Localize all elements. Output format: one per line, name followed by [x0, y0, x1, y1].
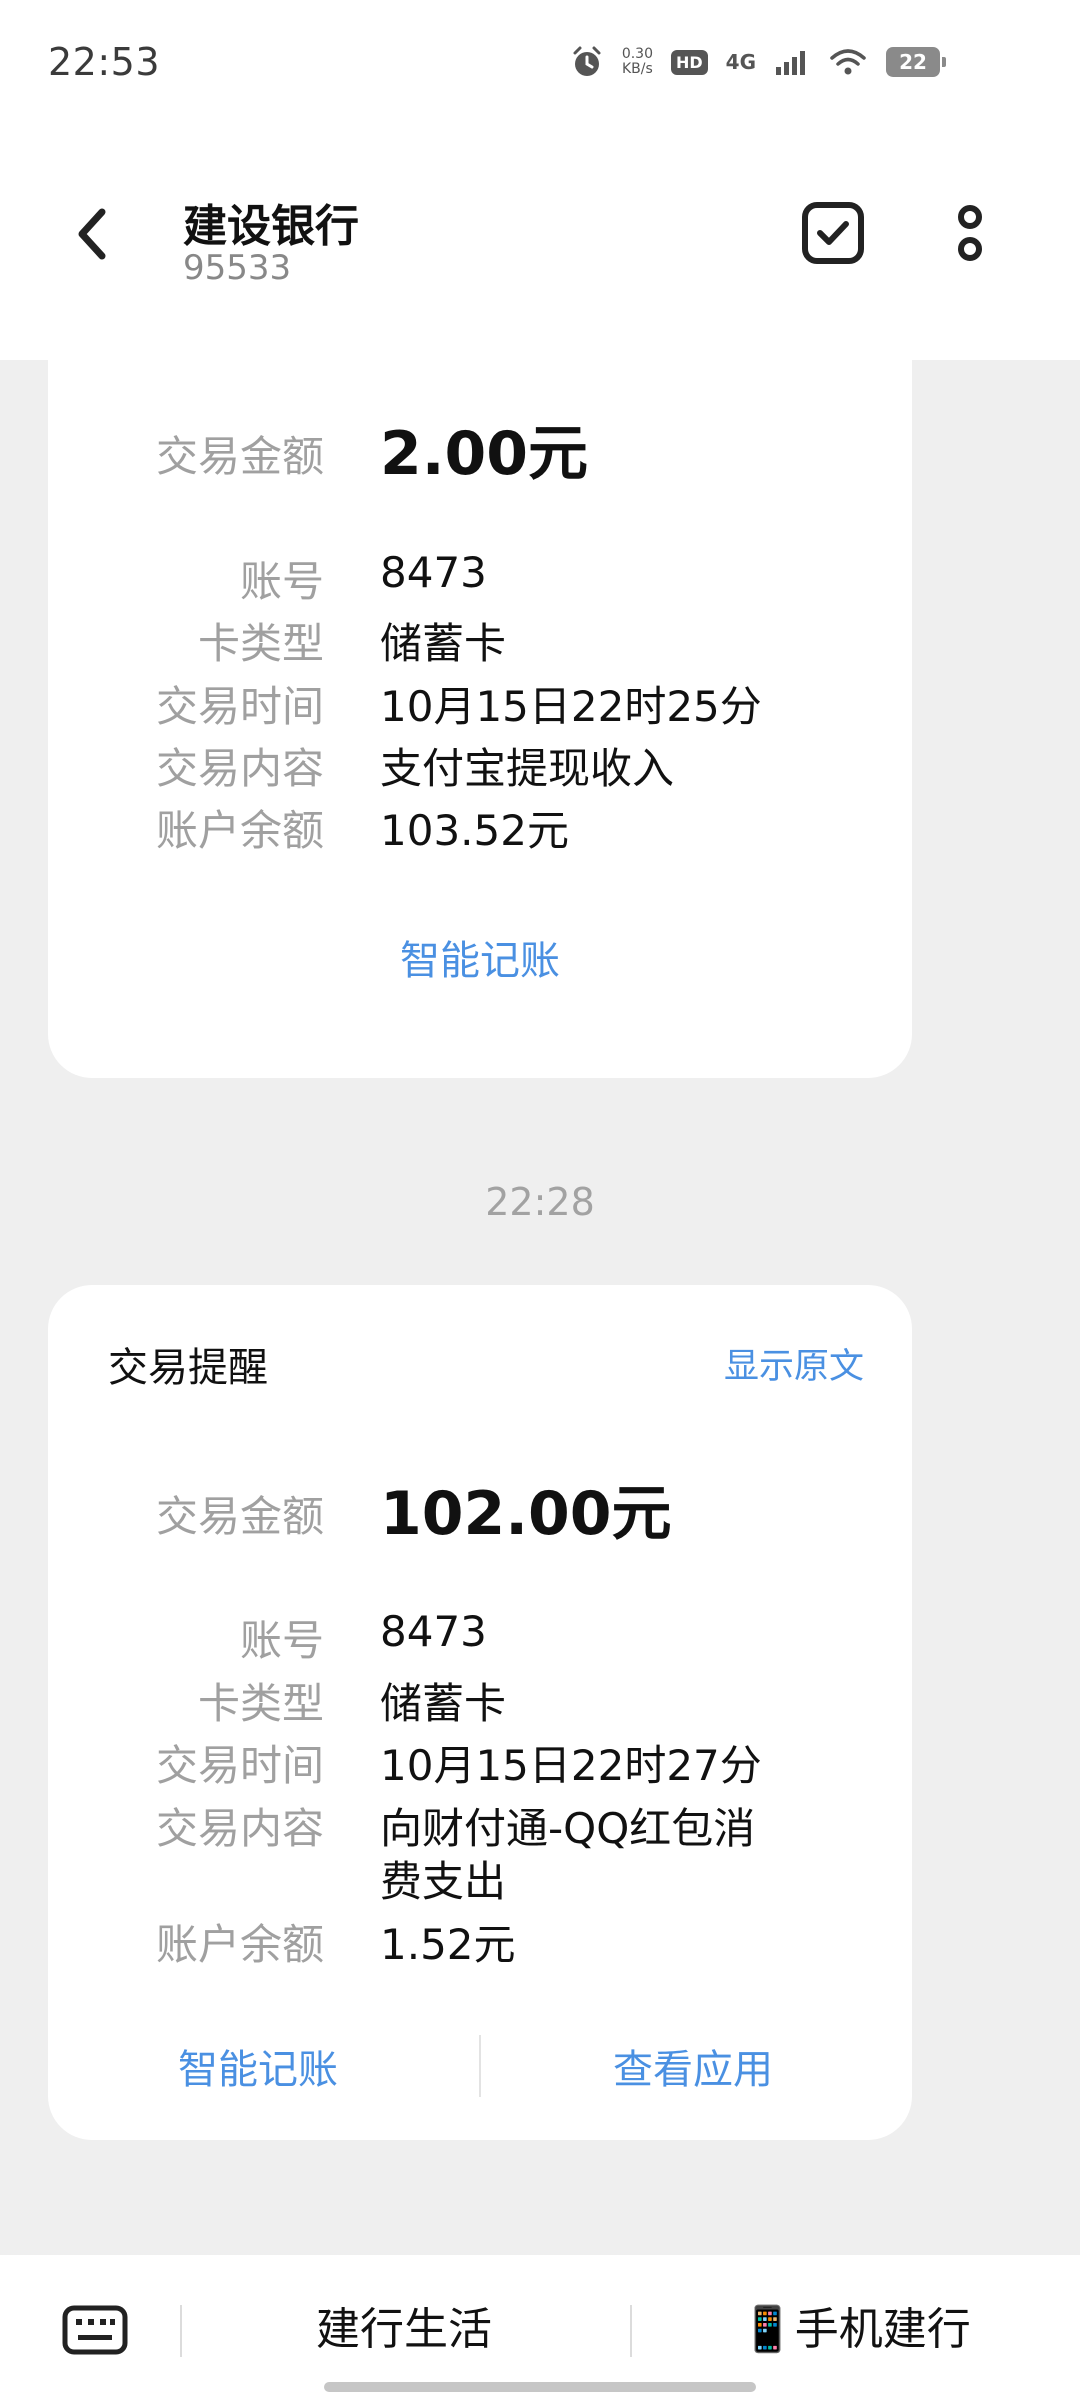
status-time: 22:53 [48, 40, 161, 84]
amount-label: 交易金额 [155, 1492, 324, 1541]
keyboard-button[interactable] [62, 2305, 128, 2355]
action-divider [479, 2035, 481, 2097]
ccb-life-button[interactable]: 建行生活 [316, 2293, 492, 2357]
mobile-ccb-button[interactable]: 📱手机建行 [740, 2293, 971, 2357]
sender-number: 95533 [183, 248, 292, 288]
transaction-card[interactable]: 交易金额 2.00元 账号 8473 卡类型 储蓄卡 交易时间 10月15日22… [48, 360, 912, 1078]
speed-value: 0.30 [621, 46, 653, 62]
amount-label: 交易金额 [155, 432, 324, 481]
bottom-menu-bar: 建行生活 📱手机建行 [0, 2255, 1080, 2408]
amount-row: 交易金额 102.00元 [48, 1465, 912, 1549]
field-value: 10月15日22时27分 [380, 1741, 762, 1790]
amount-value: 2.00元 [380, 419, 589, 489]
select-button[interactable] [800, 200, 866, 266]
field-label: 账号 [239, 557, 324, 606]
field-label: 交易时间 [155, 1741, 324, 1790]
wifi-icon [830, 49, 866, 75]
field-value: 支付宝提现收入 [380, 744, 675, 793]
alarm-icon [573, 46, 601, 76]
conversation-header: 建设银行 95533 [0, 120, 1080, 360]
transaction-card[interactable]: 交易提醒 显示原文 交易金额 102.00元 账号 8473 卡类型 储蓄卡 交… [48, 1285, 912, 2140]
field-value: 10月15日22时25分 [380, 682, 762, 731]
battery-icon: 22 [886, 47, 946, 77]
more-vertical-icon [958, 205, 982, 261]
home-indicator[interactable] [324, 2382, 756, 2392]
field-value: 8473 [380, 548, 487, 597]
checkbox-icon [802, 202, 864, 264]
sender-name: 建设银行 [183, 201, 359, 252]
field-value-line2: 费支出 [380, 1857, 507, 1906]
field-value-line1: 向财付通-QQ红包消 [380, 1804, 756, 1853]
keyboard-icon [62, 2305, 128, 2355]
phone-icon: 📱 [740, 2304, 795, 2355]
network-speed: 0.30 KB/s [622, 47, 653, 77]
message-timestamp: 22:28 [485, 1180, 595, 1224]
back-button[interactable] [62, 204, 122, 264]
status-icons: 0.30 KB/s HD 4G 22 [570, 42, 946, 82]
signal-icon [776, 51, 805, 75]
field-value: 8473 [380, 1607, 487, 1656]
field-value: 103.52元 [380, 806, 569, 855]
field-label: 账号 [239, 1616, 324, 1665]
network-type: 4G [725, 50, 756, 74]
field-value: 储蓄卡 [380, 1679, 507, 1728]
field-label: 交易时间 [155, 682, 324, 731]
card-title: 交易提醒 [108, 1345, 268, 1391]
field-label: 账户余额 [155, 1920, 324, 1969]
field-value: 储蓄卡 [380, 619, 507, 668]
bottom-divider [180, 2305, 182, 2357]
amount-row: 交易金额 2.00元 [48, 405, 912, 489]
bottom-divider [630, 2305, 632, 2357]
field-value: 1.52元 [380, 1920, 516, 1969]
status-bar: 22:53 0.30 KB/s HD 4G 22 [0, 0, 1080, 120]
more-button[interactable] [945, 200, 995, 266]
show-original-button[interactable]: 显示原文 [724, 1338, 864, 1389]
view-app-button[interactable]: 查看应用 [613, 2037, 773, 2095]
hd-badge: HD [670, 49, 708, 75]
message-list[interactable]: 交易金额 2.00元 账号 8473 卡类型 储蓄卡 交易时间 10月15日22… [0, 360, 1080, 2255]
chevron-left-icon [78, 208, 106, 260]
field-label: 账户余额 [155, 806, 324, 855]
amount-value: 102.00元 [380, 1479, 672, 1549]
field-label: 卡类型 [197, 1679, 324, 1728]
speed-unit: KB/s [622, 61, 653, 77]
smart-bookkeeping-button[interactable]: 智能记账 [48, 928, 912, 986]
field-label: 交易内容 [155, 744, 324, 793]
mobile-ccb-label: 手机建行 [794, 2304, 971, 2355]
field-label: 卡类型 [197, 619, 324, 668]
field-label: 交易内容 [155, 1804, 324, 1853]
smart-bookkeeping-button[interactable]: 智能记账 [178, 2037, 338, 2095]
